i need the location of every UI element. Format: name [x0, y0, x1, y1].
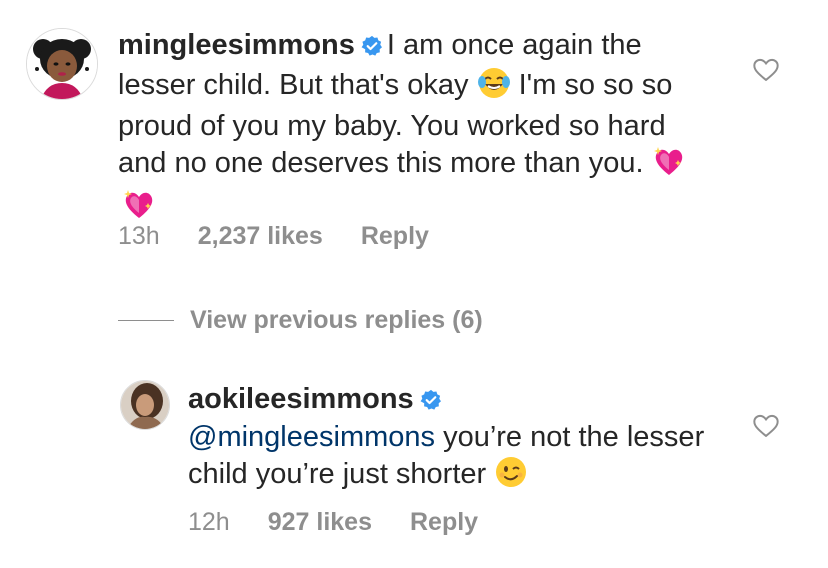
mention-link[interactable]: @mingleesimmons [188, 421, 435, 453]
cartoon-girl-avatar-icon [27, 29, 97, 99]
reply-button[interactable]: Reply [361, 222, 429, 251]
verified-badge-icon [420, 385, 442, 420]
view-previous-replies[interactable]: View previous replies (6) [118, 302, 483, 338]
winking-face-emoji [494, 455, 528, 498]
heart-outline-icon[interactable] [752, 56, 780, 84]
profile-photo-icon [121, 381, 169, 429]
divider-line [118, 319, 174, 321]
sparkling-heart-emoji [652, 144, 686, 187]
heart-outline-icon[interactable] [752, 412, 780, 440]
laughing-tears-emoji [477, 66, 511, 109]
verified-badge-icon [361, 31, 383, 66]
reply-meta: 12h 927 likes Reply [188, 508, 478, 537]
reply-likes[interactable]: 927 likes [268, 508, 372, 537]
reply-aokileesimmons: aokileesimmons @mingleesimmons you’re no… [0, 360, 828, 568]
reply-body: aokileesimmons @mingleesimmons you’re no… [188, 382, 748, 498]
avatar[interactable] [120, 380, 170, 430]
comment-username[interactable]: mingleesimmons [118, 29, 355, 61]
comment-body: mingleesimmons I am once again the lesser… [118, 28, 718, 230]
avatar[interactable] [26, 28, 98, 100]
comment-likes[interactable]: 2,237 likes [198, 222, 323, 251]
comment-meta: 13h 2,237 likes Reply [118, 222, 429, 251]
reply-button[interactable]: Reply [410, 508, 478, 537]
reply-username[interactable]: aokileesimmons [188, 383, 414, 415]
reply-time: 12h [188, 508, 230, 536]
comment-time: 13h [118, 222, 160, 250]
view-previous-replies-label[interactable]: View previous replies (6) [190, 306, 483, 335]
comment-mingleesimmons: mingleesimmons I am once again the lesser… [0, 0, 828, 290]
